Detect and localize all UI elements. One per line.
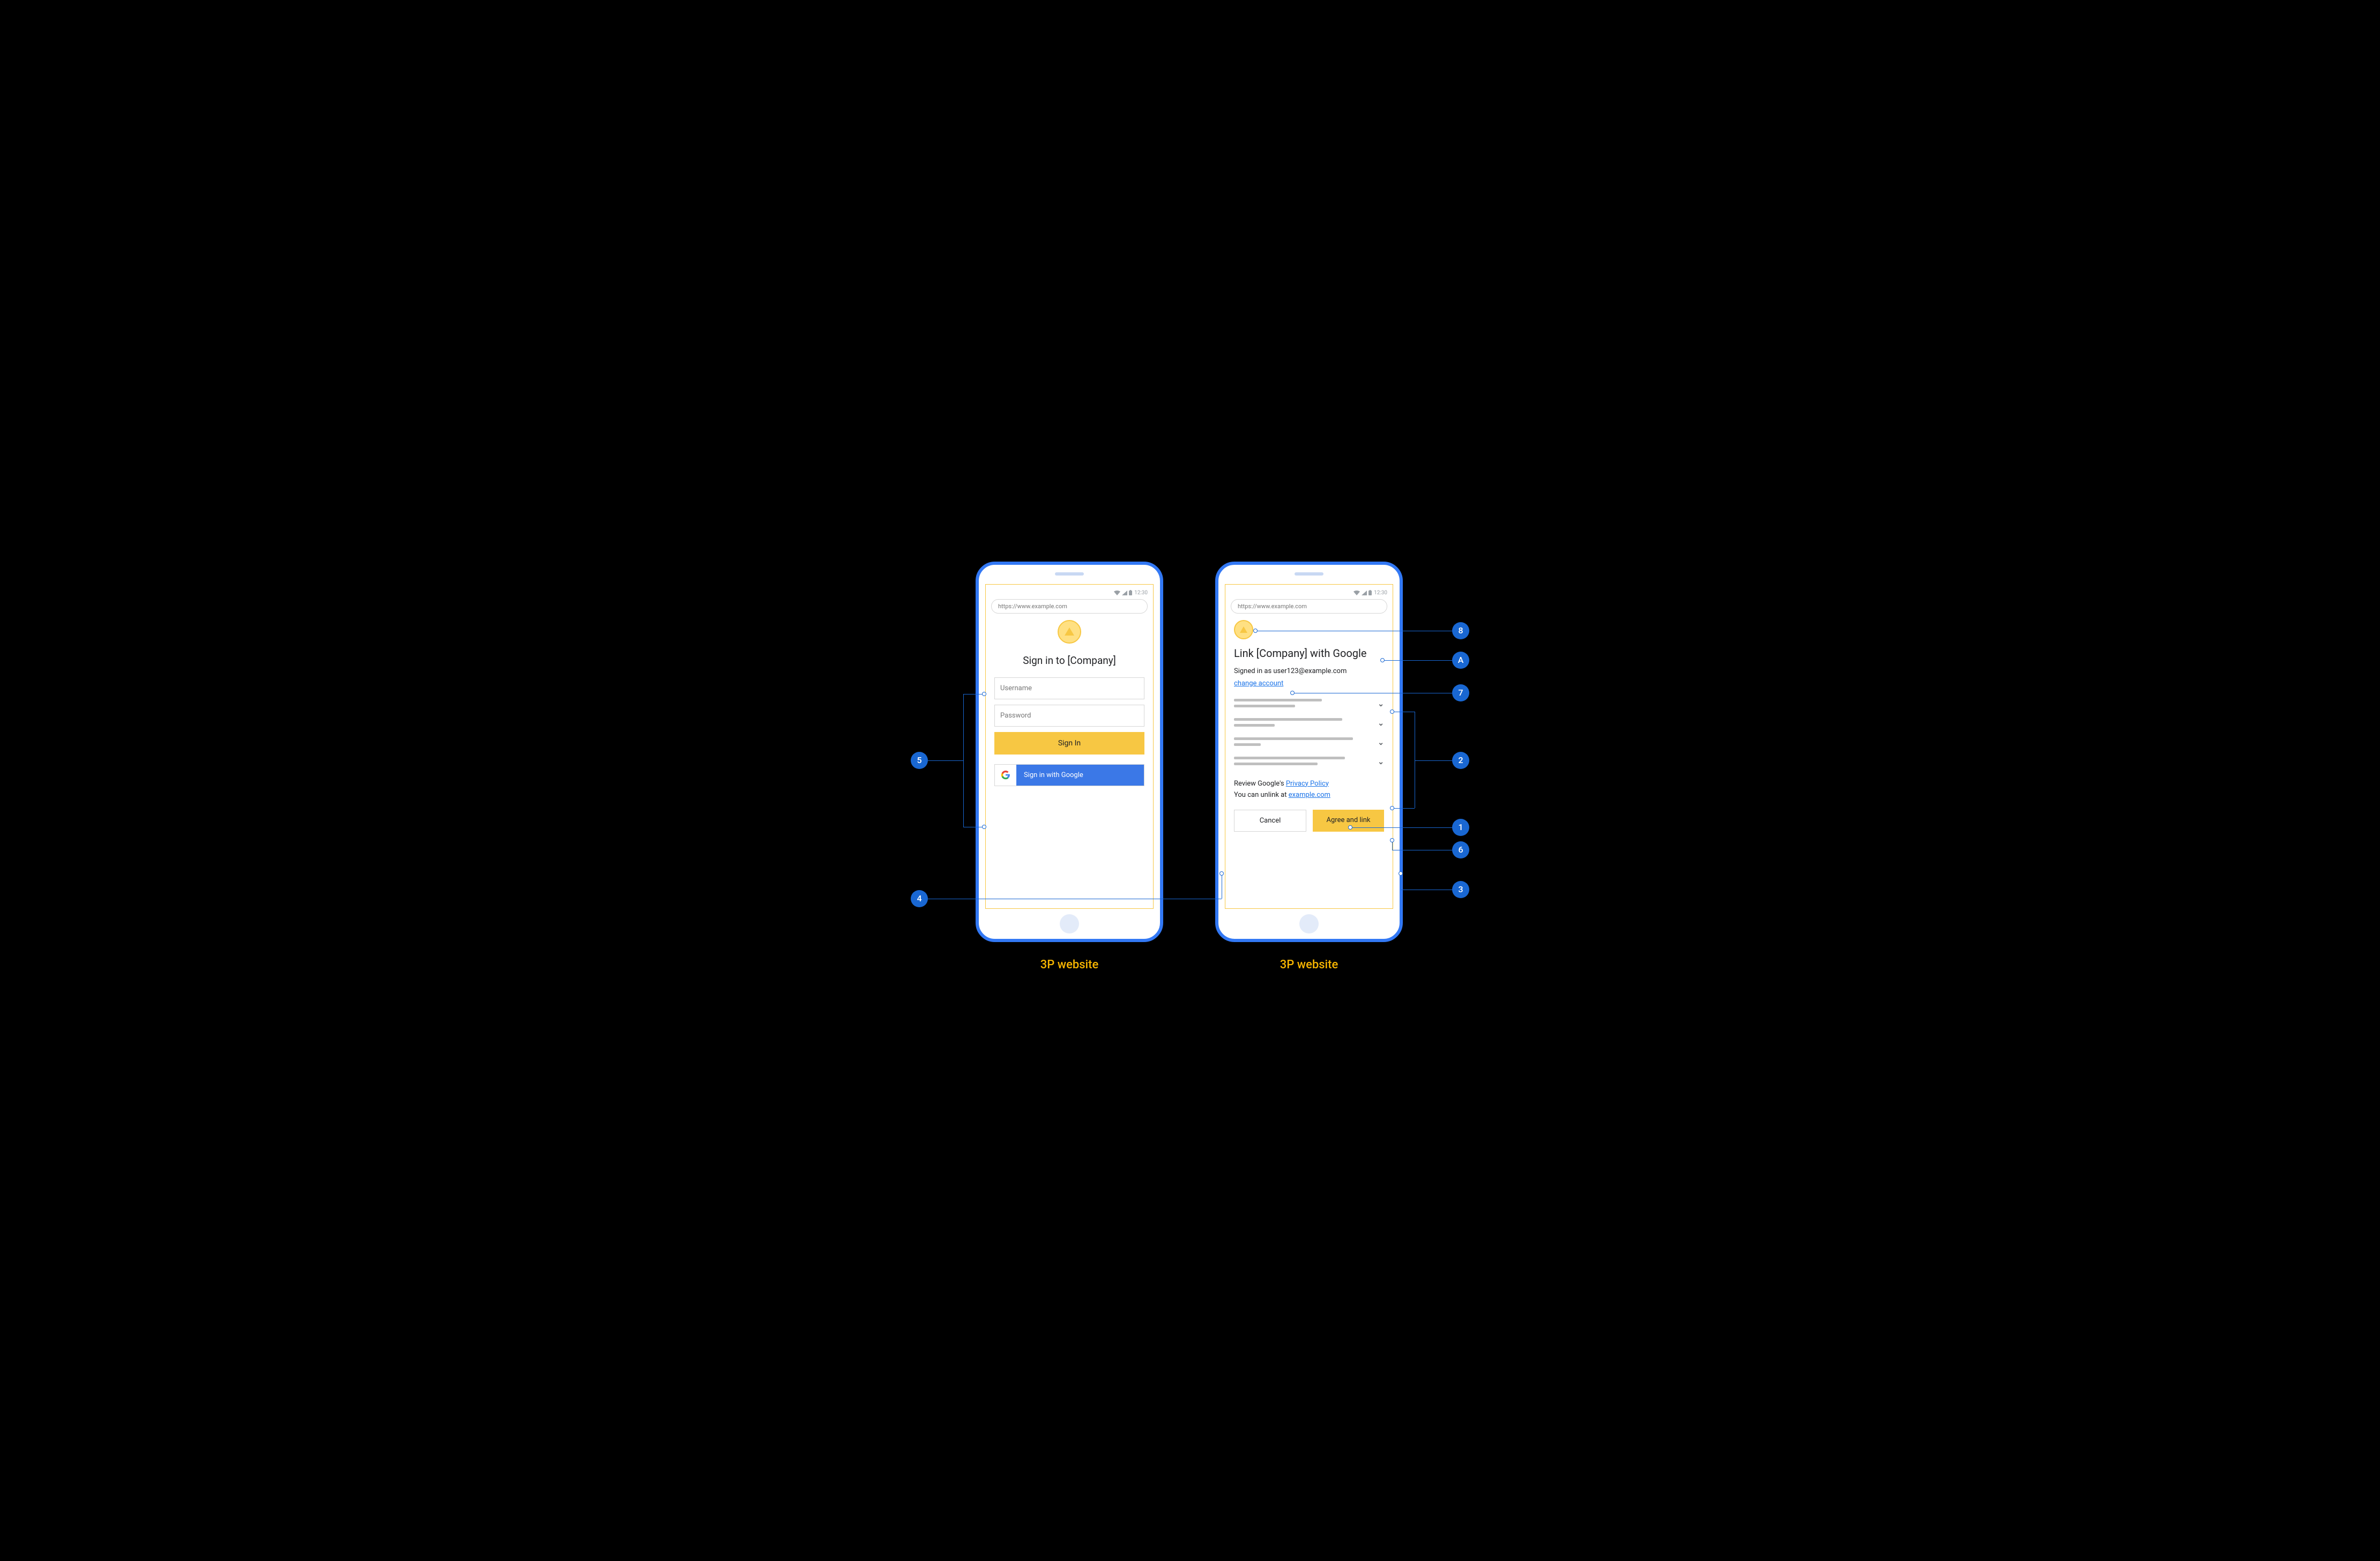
connector [1415,760,1452,761]
connector [1382,660,1452,661]
diagram-canvas: 12:30 https://www.example.com Sign in to… [824,540,1556,1021]
signin-button[interactable]: Sign In [994,732,1144,755]
callout-4: 4 [911,890,928,907]
unlink-prefix: You can unlink at [1234,791,1289,799]
connector-dot [1253,629,1258,633]
chevron-down-icon: ⌄ [1378,738,1384,747]
button-row: Cancel Agree and link [1234,810,1384,832]
signal-icon [1122,591,1127,595]
connector-dot [1380,658,1385,662]
connector-dot [1348,825,1352,830]
policy-prefix: Review Google's [1234,780,1286,788]
connector-dot [1399,871,1403,876]
permission-text [1234,757,1369,768]
status-icons [1353,590,1372,595]
google-icon [1001,770,1010,780]
connector [928,760,963,761]
status-bar: 12:30 [1225,589,1393,599]
connector [963,694,964,827]
google-signin-label: Sign in with Google [1016,765,1144,786]
phone-consent: 12:30 https://www.example.com Link [Comp… [1215,562,1403,942]
status-time: 12:30 [1134,590,1148,596]
callout-1: 1 [1452,819,1469,836]
consent-title: Link [Company] with Google [1234,647,1384,660]
username-field[interactable]: Username [994,677,1144,699]
status-bar: 12:30 [986,589,1153,599]
change-account-link[interactable]: change account [1234,679,1283,688]
screen-frame: 12:30 https://www.example.com Link [Comp… [1225,584,1393,909]
privacy-policy-link[interactable]: Privacy Policy [1286,780,1329,788]
triangle-icon [1240,626,1247,633]
callout-3: 3 [1452,881,1469,898]
permission-text [1234,737,1369,749]
battery-icon [1368,590,1372,595]
connector [1392,808,1415,809]
callout-7: 7 [1452,684,1469,701]
battery-icon [1129,590,1132,595]
screen-frame: 12:30 https://www.example.com Sign in to… [985,584,1154,909]
url-bar[interactable]: https://www.example.com [1231,599,1387,614]
connector-dot [1219,871,1224,876]
callout-A: A [1452,652,1469,669]
callout-6: 6 [1452,841,1469,858]
permission-text [1234,699,1369,711]
permission-item[interactable]: ⌄ [1234,714,1384,734]
chevron-down-icon: ⌄ [1378,700,1384,708]
connector-dot [1390,709,1394,714]
phone-speaker [1295,572,1323,576]
permission-item[interactable]: ⌄ [1234,753,1384,772]
signin-title: Sign in to [Company] [994,654,1144,667]
content-area: Link [Company] with Google Signed in as … [1225,620,1393,832]
wifi-icon [1114,591,1120,595]
cancel-button[interactable]: Cancel [1234,810,1306,832]
permission-item[interactable]: ⌄ [1234,695,1384,714]
unlink-link[interactable]: example.com [1289,791,1330,799]
url-bar[interactable]: https://www.example.com [991,599,1148,614]
phone-speaker [1055,572,1084,576]
google-logo-box [995,765,1016,786]
triangle-icon [1065,628,1074,636]
callout-2: 2 [1452,752,1469,769]
company-logo [1058,620,1081,644]
phone-signin: 12:30 https://www.example.com Sign in to… [976,562,1163,942]
company-logo [1234,620,1253,639]
status-time: 12:30 [1374,590,1387,596]
content-area: Sign in to [Company] Username Password S… [986,620,1153,786]
permissions-list: ⌄ ⌄ ⌄ [1234,695,1384,772]
unlink-text: You can unlink at example.com [1234,791,1384,799]
chevron-down-icon: ⌄ [1378,719,1384,728]
caption-right: 3P website [1215,958,1403,972]
password-field[interactable]: Password [994,705,1144,727]
connector-dot [982,692,986,696]
wifi-icon [1353,591,1360,595]
caption-left: 3P website [976,958,1163,972]
signal-icon [1362,591,1367,595]
connector-dot [982,825,986,829]
connector-dot [1390,806,1394,810]
connector [1350,827,1452,828]
privacy-policy-text: Review Google's Privacy Policy [1234,780,1384,788]
permission-item[interactable]: ⌄ [1234,734,1384,753]
callout-8: 8 [1452,622,1469,639]
connector-dot [1390,838,1394,842]
callout-5: 5 [911,752,928,769]
home-button[interactable] [1299,914,1319,933]
google-signin-button[interactable]: Sign in with Google [994,764,1144,786]
permission-text [1234,718,1369,730]
connector-dot [1290,691,1295,695]
status-icons [1114,590,1132,595]
signed-in-text: Signed in as user123@example.com [1234,667,1384,675]
home-button[interactable] [1060,914,1079,933]
chevron-down-icon: ⌄ [1378,758,1384,766]
